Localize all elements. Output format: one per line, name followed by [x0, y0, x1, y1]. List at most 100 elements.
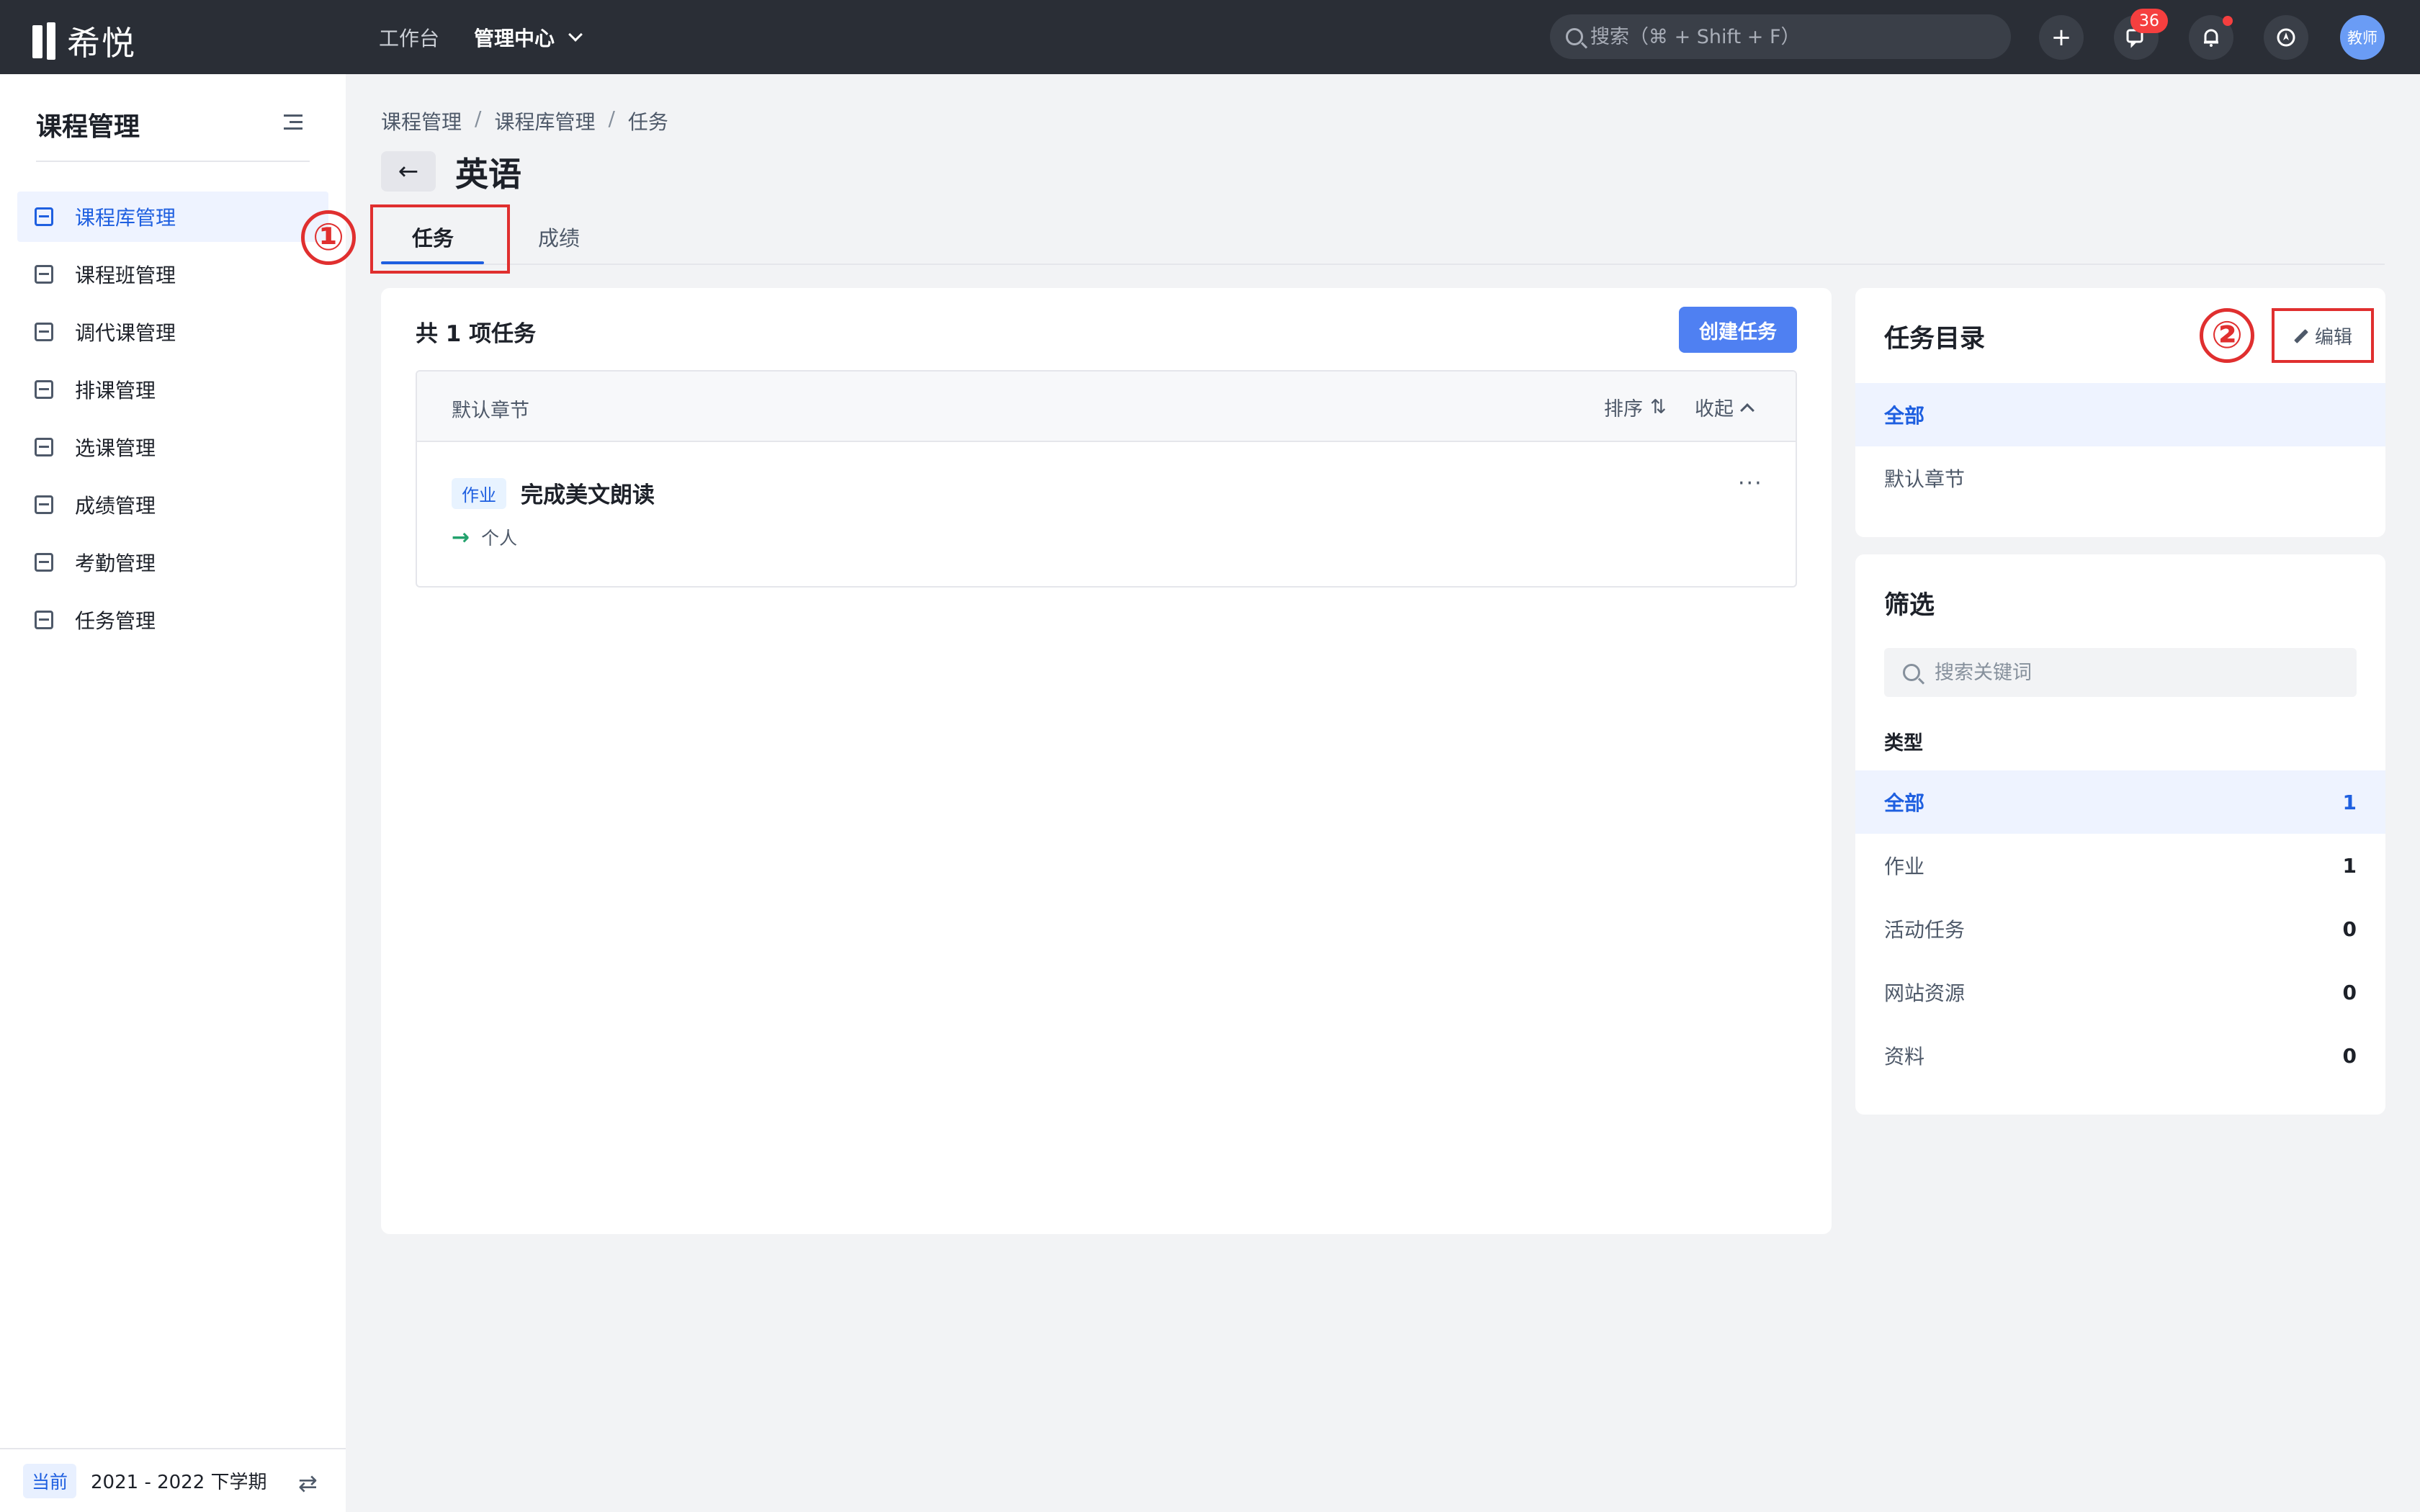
attendance-icon — [35, 553, 53, 572]
annotation-1-box — [370, 204, 510, 274]
sidebar-item-label: 成绩管理 — [75, 494, 156, 518]
chapter-name: 默认章节 — [452, 400, 529, 422]
task-item[interactable]: 作业 完成美文朗读 ··· → 个人 — [417, 442, 1796, 586]
search-icon — [1566, 28, 1583, 45]
filter-type-count: 1 — [2342, 853, 2357, 878]
logo-text: 希悦 — [67, 24, 136, 63]
sort-button[interactable]: 排序 ⇅ — [1604, 393, 1667, 421]
filter-type-activity[interactable]: 活动任务 0 — [1855, 897, 2385, 960]
catalog-item-default-chapter[interactable]: 默认章节 — [1855, 446, 2385, 510]
task-assignee: → 个人 — [452, 524, 517, 550]
sidebar-item-schedule[interactable]: 排课管理 — [17, 364, 328, 415]
collapse-button[interactable]: 收起 — [1695, 393, 1754, 421]
notification-dot — [2223, 16, 2233, 26]
sidebar-item-label: 任务管理 — [75, 609, 156, 633]
app-logo[interactable]: 希悦 — [32, 17, 136, 65]
sidebar-item-label: 考勤管理 — [75, 552, 156, 575]
arrow-left-icon: ← — [398, 157, 419, 186]
message-count-badge: 36 — [2130, 9, 2168, 33]
breadcrumb-item-current: 任务 — [627, 110, 668, 134]
sidebar-item-course-class[interactable]: 课程班管理 — [17, 249, 328, 300]
sidebar-item-label: 调代课管理 — [75, 321, 176, 345]
app-switch-button[interactable] — [2264, 15, 2308, 60]
filter-title: 筛选 — [1884, 591, 1935, 620]
swap-icon[interactable]: ⇄ — [298, 1470, 318, 1497]
filter-type-web-resource[interactable]: 网站资源 0 — [1855, 960, 2385, 1024]
sidebar-item-course-library[interactable]: 课程库管理 — [17, 192, 328, 242]
filter-type-homework[interactable]: 作业 1 — [1855, 834, 2385, 897]
annotation-1: ① — [301, 210, 356, 265]
sort-label: 排序 — [1604, 398, 1643, 420]
filter-type-count: 0 — [2342, 980, 2357, 1004]
compass-icon — [2277, 28, 2295, 47]
nav-admin-center-label: 管理中心 — [474, 26, 555, 50]
breadcrumb-item[interactable]: 课程库管理 — [494, 107, 595, 135]
search-icon — [1903, 664, 1920, 681]
create-task-button[interactable]: 创建任务 — [1679, 307, 1797, 353]
task-type-tag: 作业 — [452, 478, 506, 509]
avatar[interactable]: 教师 — [2340, 15, 2385, 60]
current-term-label: 2021 - 2022 下学期 — [91, 1472, 267, 1493]
filter-type-count: 0 — [2342, 1043, 2357, 1068]
sidebar-divider — [36, 161, 310, 162]
task-count: 共 1 项任务 — [416, 321, 537, 347]
task-title[interactable]: 完成美文朗读 — [521, 477, 655, 509]
filter-type-label: 全部 — [1884, 791, 1925, 815]
chevron-down-icon — [568, 27, 583, 42]
filter-panel: 筛选 类型 全部 1 作业 1 活动任务 0 网站资源 0 资料 0 — [1855, 554, 2385, 1115]
collapse-label: 收起 — [1695, 398, 1734, 420]
filter-search-input[interactable] — [1935, 661, 2338, 684]
collapse-sidebar-icon[interactable] — [284, 114, 302, 130]
schedule-icon — [35, 380, 53, 399]
bell-icon — [2204, 29, 2218, 47]
sidebar-item-grade[interactable]: 成绩管理 — [17, 480, 328, 530]
breadcrumb-item[interactable]: 课程管理 — [381, 107, 462, 135]
catalog-item-label: 全部 — [1884, 404, 1925, 428]
annotation-2: ② — [2200, 308, 2254, 363]
filter-type-label: 活动任务 — [1884, 918, 1966, 942]
task-list-panel: 共 1 项任务 创建任务 默认章节 排序 ⇅ 收起 作业 完成美文朗读 ··· … — [381, 288, 1832, 1234]
filter-search[interactable] — [1884, 648, 2357, 697]
breadcrumb-separator: / — [608, 107, 615, 130]
nav-workbench[interactable]: 工作台 — [379, 23, 439, 52]
chapter-group: 默认章节 排序 ⇅ 收起 作业 完成美文朗读 ··· → 个人 — [416, 370, 1797, 588]
sidebar-item-elective[interactable]: 选课管理 — [17, 422, 328, 472]
catalog-item-all[interactable]: 全部 — [1855, 383, 2385, 446]
sidebar-item-substitute[interactable]: 调代课管理 — [17, 307, 328, 357]
catalog-title: 任务目录 — [1884, 325, 1986, 354]
task-assignee-label: 个人 — [481, 528, 518, 549]
catalog-item-label: 默认章节 — [1884, 467, 1966, 491]
current-term-tag: 当前 — [23, 1463, 77, 1498]
term-switcher[interactable]: 当前 2021 - 2022 下学期 ⇄ — [0, 1448, 346, 1512]
breadcrumb: 课程管理 / 课程库管理 / 任务 — [381, 107, 668, 135]
course-class-icon — [35, 265, 53, 284]
filter-type-material[interactable]: 资料 0 — [1855, 1024, 2385, 1087]
filter-type-count: 0 — [2342, 917, 2357, 941]
filter-type-all[interactable]: 全部 1 — [1855, 770, 2385, 834]
filter-type-label: 类型 — [1884, 732, 1923, 755]
plus-icon: + — [2051, 23, 2072, 52]
top-bar: 希悦 工作台 管理中心 + 36 教师 — [0, 0, 2420, 74]
sidebar-item-label: 课程班管理 — [75, 264, 176, 287]
sidebar-item-attendance[interactable]: 考勤管理 — [17, 537, 328, 588]
annotation-2-box — [2272, 308, 2374, 363]
course-library-icon — [35, 207, 53, 226]
page-title: 英语 — [455, 155, 521, 194]
sidebar: 课程管理 课程库管理 课程班管理 调代课管理 排课管理 选课管理 成绩管理 考勤… — [0, 74, 346, 1512]
more-icon[interactable]: ··· — [1738, 471, 1763, 496]
add-button[interactable]: + — [2039, 15, 2084, 60]
global-search-input[interactable] — [1590, 25, 1994, 48]
grade-icon — [35, 495, 53, 514]
sidebar-item-task[interactable]: 任务管理 — [17, 595, 328, 645]
back-button[interactable]: ← — [381, 151, 436, 192]
tab-bar: 任务 成绩 — [381, 209, 2385, 265]
tab-grades-label: 成绩 — [538, 226, 581, 251]
chapter-header: 默认章节 排序 ⇅ 收起 — [417, 372, 1796, 442]
filter-type-label: 作业 — [1884, 855, 1925, 878]
tab-grades[interactable]: 成绩 — [538, 209, 580, 265]
nav-admin-center[interactable]: 管理中心 — [474, 23, 583, 52]
filter-type-count: 1 — [2342, 790, 2357, 814]
sort-icon: ⇅ — [1650, 396, 1667, 418]
sidebar-item-label: 选课管理 — [75, 436, 156, 460]
global-search[interactable] — [1550, 14, 2011, 59]
